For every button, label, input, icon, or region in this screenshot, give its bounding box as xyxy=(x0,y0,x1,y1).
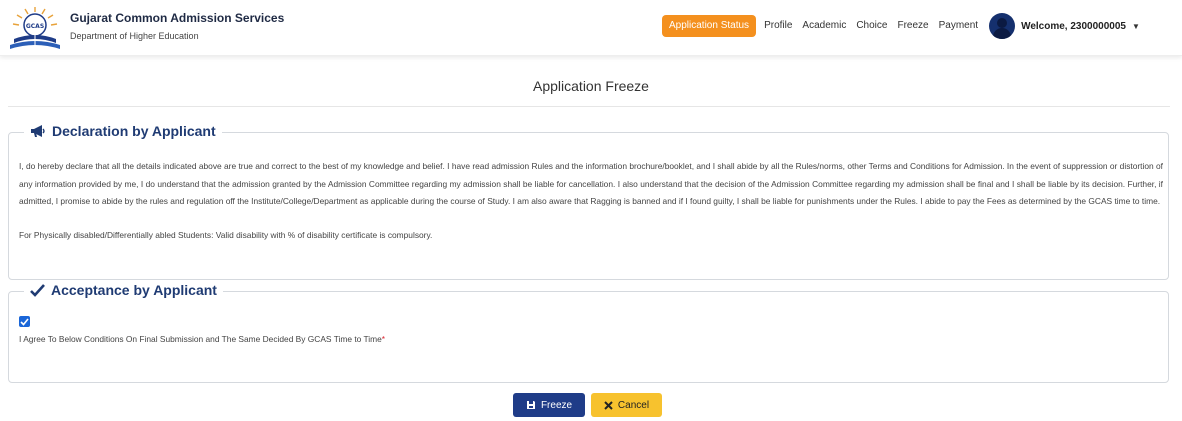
close-icon xyxy=(604,400,613,410)
freeze-button[interactable]: Freeze xyxy=(513,393,585,417)
nav-application-status[interactable]: Application Status xyxy=(662,15,757,37)
checkmark-icon xyxy=(30,283,45,297)
user-avatar-icon[interactable] xyxy=(989,13,1016,39)
main-nav: Application Status Profile Academic Choi… xyxy=(662,13,1140,39)
caret-down-icon[interactable]: ▼ xyxy=(1132,22,1140,31)
svg-text:GCAS: GCAS xyxy=(26,23,44,30)
title-divider xyxy=(8,106,1170,107)
nav-profile[interactable]: Profile xyxy=(759,15,797,37)
required-mark: * xyxy=(381,334,386,344)
declaration-heading: Declaration by Applicant xyxy=(24,123,222,139)
gcas-logo[interactable]: GCAS xyxy=(6,3,64,53)
nav-freeze[interactable]: Freeze xyxy=(892,15,933,37)
welcome-user-menu[interactable]: Welcome, 2300000005 xyxy=(1021,21,1126,32)
agree-label: I Agree To Below Conditions On Final Sub… xyxy=(19,334,385,344)
acceptance-heading: Acceptance by Applicant xyxy=(24,282,223,298)
nav-choice[interactable]: Choice xyxy=(851,15,892,37)
declaration-heading-text: Declaration by Applicant xyxy=(52,123,216,139)
top-header: GCAS Gujarat Common Admission Services D… xyxy=(0,0,1182,56)
cancel-button[interactable]: Cancel xyxy=(591,393,662,417)
save-icon xyxy=(526,401,535,409)
freeze-button-label: Freeze xyxy=(540,399,573,411)
page-title: Application Freeze xyxy=(533,78,649,94)
nav-payment[interactable]: Payment xyxy=(934,15,983,37)
agree-label-text: I Agree To Below Conditions On Final Sub… xyxy=(19,334,382,344)
nav-academic[interactable]: Academic xyxy=(797,15,851,37)
acceptance-heading-text: Acceptance by Applicant xyxy=(51,282,217,298)
disability-note: For Physically disabled/Differentially a… xyxy=(19,230,433,240)
brand-subtitle: Department of Higher Education xyxy=(70,31,199,41)
cancel-button-label: Cancel xyxy=(617,399,650,411)
agree-checkbox[interactable] xyxy=(19,316,30,327)
brand-title: Gujarat Common Admission Services xyxy=(70,11,285,25)
megaphone-icon xyxy=(31,125,45,137)
declaration-text: I, do hereby declare that all the detail… xyxy=(19,161,1163,206)
